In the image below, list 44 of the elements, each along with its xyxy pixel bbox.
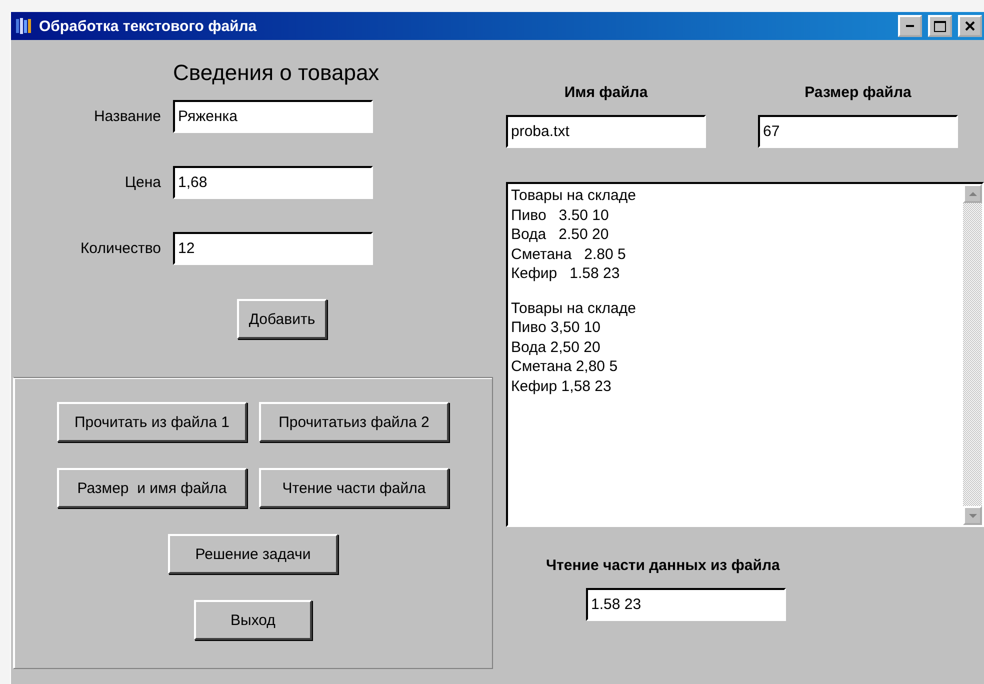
action-button[interactable]: Выход bbox=[194, 600, 312, 640]
memo-line: Вода 2.50 20 bbox=[511, 225, 609, 244]
close-icon bbox=[965, 21, 975, 31]
action-button[interactable]: Чтение части файла bbox=[259, 468, 449, 508]
action-button[interactable]: Размер и имя файла bbox=[57, 468, 247, 508]
input-field[interactable]: 1,68 bbox=[173, 166, 373, 199]
input-field[interactable]: 12 bbox=[173, 232, 373, 265]
field-label: Имя файла bbox=[564, 84, 648, 101]
maximize-icon bbox=[934, 20, 946, 32]
close-button[interactable] bbox=[958, 15, 982, 37]
input-field[interactable]: proba.txt bbox=[506, 115, 706, 148]
scrollbar[interactable] bbox=[963, 184, 982, 525]
action-button[interactable]: Решение задачи bbox=[168, 534, 338, 574]
memo-line: Пиво 3,50 10 bbox=[511, 318, 601, 338]
memo-line: Кефир 1,58 23 bbox=[511, 376, 612, 396]
field-label: Размер файла bbox=[804, 84, 912, 101]
memo-line: Кефир 1.58 23 bbox=[511, 264, 620, 284]
app-icon bbox=[15, 17, 33, 35]
input-field[interactable]: 67 bbox=[758, 115, 958, 148]
field-label: Цена bbox=[124, 174, 161, 191]
minimize-icon bbox=[906, 25, 914, 27]
input-field[interactable]: 1.58 23 bbox=[586, 588, 786, 621]
memo-line: Сметана 2.80 5 bbox=[511, 244, 626, 264]
field-label: Количество bbox=[80, 240, 161, 257]
window-title: Обработка текстового файла bbox=[39, 18, 258, 34]
minimize-button[interactable] bbox=[898, 15, 922, 37]
form-heading: Сведения о товарах bbox=[173, 60, 380, 86]
action-button[interactable]: Прочитать из файла 1 bbox=[57, 402, 247, 442]
scroll-up-button[interactable] bbox=[963, 184, 982, 203]
memo-line: Вода 2,50 20 bbox=[511, 338, 600, 357]
add-button[interactable]: Добавить bbox=[236, 299, 328, 339]
input-field[interactable]: Ряженка bbox=[173, 100, 373, 133]
down-arrow-icon bbox=[968, 514, 976, 518]
field-label: Название bbox=[94, 108, 161, 125]
field-label: Чтение части данных из файла bbox=[546, 557, 781, 574]
action-button[interactable]: Прочитатьиз файла 2 bbox=[259, 402, 449, 442]
maximize-button[interactable] bbox=[928, 15, 952, 37]
memo-line: Товары на складе bbox=[511, 186, 636, 206]
memo-line: Сметана 2,80 5 bbox=[511, 357, 618, 376]
memo-line: Пиво 3.50 10 bbox=[511, 206, 609, 225]
scroll-down-button[interactable] bbox=[963, 506, 982, 525]
memo-field[interactable]: Товары на складе Пиво 3.50 10 Вода 2.50 20 Сметана 2.80 5 Кефир 1.58 23 Товары на складе Пиво 3,50 10 Вода 2,50 20 Сметана 2,80 5 Кефир 1,58 23 bbox=[506, 182, 984, 527]
up-arrow-icon bbox=[968, 192, 976, 196]
memo-line: Товары на складе bbox=[511, 298, 636, 318]
